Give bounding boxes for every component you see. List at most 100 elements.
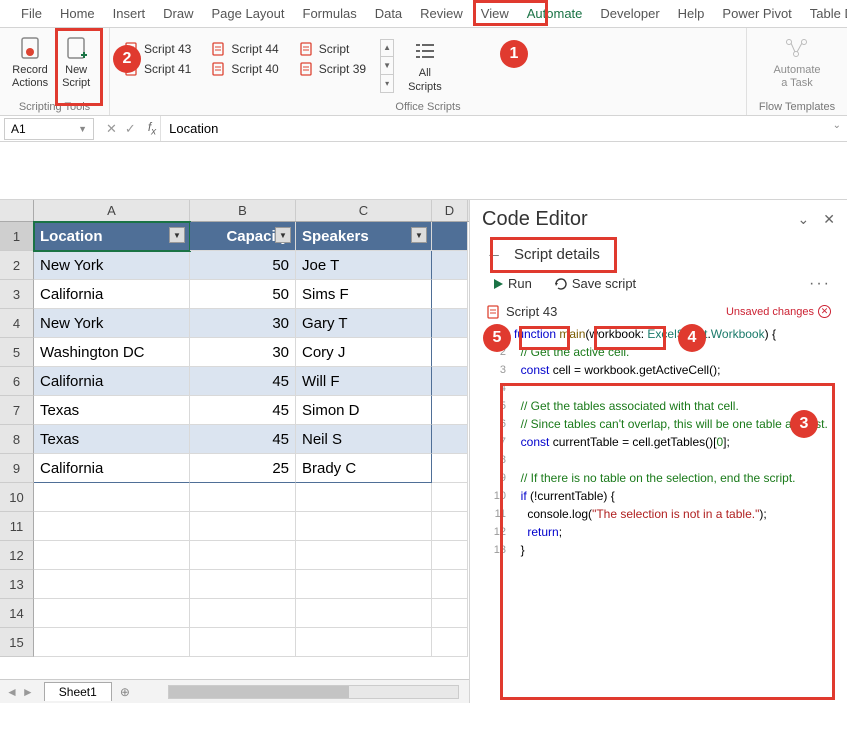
row-header[interactable]: 12 <box>0 541 34 570</box>
cell[interactable]: Location▼ <box>34 222 190 251</box>
cell[interactable] <box>296 570 432 599</box>
cell[interactable] <box>296 512 432 541</box>
ribbon-tab-review[interactable]: Review <box>411 2 472 25</box>
cell[interactable]: Will F <box>296 367 432 396</box>
cell[interactable] <box>296 599 432 628</box>
row-header[interactable]: 14 <box>0 599 34 628</box>
cell[interactable] <box>34 541 190 570</box>
cell[interactable] <box>34 483 190 512</box>
ribbon-tab-draw[interactable]: Draw <box>154 2 202 25</box>
row-header[interactable]: 9 <box>0 454 34 483</box>
code-line[interactable]: 8 <box>488 451 835 469</box>
cell[interactable] <box>432 599 468 628</box>
cell[interactable]: 45 <box>190 396 296 425</box>
cell[interactable]: Texas <box>34 396 190 425</box>
code-line[interactable]: 13 } <box>488 541 835 559</box>
code-area[interactable]: 1function main(workbook: ExcelScript.Wor… <box>486 325 835 695</box>
row-header[interactable]: 6 <box>0 367 34 396</box>
ribbon-tab-page-layout[interactable]: Page Layout <box>203 2 294 25</box>
code-line[interactable]: 6 // Since tables can't overlap, this wi… <box>488 415 835 433</box>
code-line[interactable]: 3 const cell = workbook.getActiveCell(); <box>488 361 835 379</box>
col-header-C[interactable]: C <box>296 200 432 221</box>
cell[interactable] <box>432 512 468 541</box>
code-line[interactable]: 4 <box>488 379 835 397</box>
row-header[interactable]: 15 <box>0 628 34 657</box>
cell[interactable] <box>432 541 468 570</box>
cell[interactable]: 50 <box>190 251 296 280</box>
cell[interactable] <box>432 425 468 454</box>
script-gallery-item[interactable]: Script 39 <box>295 60 370 78</box>
close-icon[interactable]: ✕ <box>823 211 835 228</box>
automate-task-button[interactable]: Automate a Task <box>767 32 826 92</box>
fx-icon[interactable]: fx <box>144 120 160 137</box>
sheet-nav-next-icon[interactable]: ► <box>22 685 34 699</box>
code-line[interactable]: 9 // If there is no table on the selecti… <box>488 469 835 487</box>
cell[interactable]: Gary T <box>296 309 432 338</box>
cell[interactable]: Washington DC <box>34 338 190 367</box>
gallery-down-button[interactable]: ▼ <box>381 57 393 75</box>
code-line[interactable]: 11 console.log("The selection is not in … <box>488 505 835 523</box>
cell[interactable]: Speakers▼ <box>296 222 432 251</box>
cell[interactable]: Sims F <box>296 280 432 309</box>
code-line[interactable]: 12 return; <box>488 523 835 541</box>
cell[interactable] <box>34 628 190 657</box>
cell[interactable] <box>432 251 468 280</box>
cell[interactable] <box>190 483 296 512</box>
cell[interactable]: Neil S <box>296 425 432 454</box>
accept-formula-icon[interactable]: ✓ <box>125 121 136 137</box>
cell[interactable] <box>296 483 432 512</box>
cell[interactable]: 30 <box>190 338 296 367</box>
cell[interactable]: California <box>34 454 190 483</box>
horizontal-scrollbar[interactable] <box>168 685 459 699</box>
cell[interactable] <box>190 628 296 657</box>
formula-input[interactable]: Location <box>160 116 847 141</box>
collapse-icon[interactable]: ⌄ <box>798 211 810 228</box>
sheet-nav-prev-icon[interactable]: ◄ <box>6 685 18 699</box>
ribbon-tab-home[interactable]: Home <box>51 2 104 25</box>
select-all-corner[interactable] <box>0 200 34 221</box>
cell[interactable] <box>432 222 468 251</box>
cell[interactable] <box>190 570 296 599</box>
row-header[interactable]: 11 <box>0 512 34 541</box>
filter-button[interactable]: ▼ <box>169 227 185 243</box>
cell[interactable]: Cory J <box>296 338 432 367</box>
code-line[interactable]: 1function main(workbook: ExcelScript.Wor… <box>488 325 835 343</box>
row-header[interactable]: 4 <box>0 309 34 338</box>
cell[interactable]: New York <box>34 251 190 280</box>
code-line[interactable]: 5 // Get the tables associated with that… <box>488 397 835 415</box>
cell[interactable]: Texas <box>34 425 190 454</box>
gallery-up-button[interactable]: ▲ <box>381 40 393 58</box>
ribbon-tab-view[interactable]: View <box>472 2 518 25</box>
row-header[interactable]: 7 <box>0 396 34 425</box>
cell[interactable] <box>432 396 468 425</box>
new-script-button[interactable]: New Script <box>56 32 96 92</box>
cell[interactable] <box>432 570 468 599</box>
ribbon-tab-automate[interactable]: Automate <box>518 2 592 25</box>
cell[interactable] <box>190 599 296 628</box>
ribbon-tab-insert[interactable]: Insert <box>104 2 155 25</box>
row-header[interactable]: 5 <box>0 338 34 367</box>
col-header-B[interactable]: B <box>190 200 296 221</box>
ribbon-tab-help[interactable]: Help <box>669 2 714 25</box>
back-arrow-icon[interactable]: ← <box>486 245 502 263</box>
script-gallery-item[interactable]: Script 44 <box>207 40 282 58</box>
all-scripts-button[interactable]: All Scripts <box>402 35 448 95</box>
cell[interactable] <box>296 628 432 657</box>
cell[interactable] <box>190 541 296 570</box>
run-button[interactable]: Run <box>486 273 538 294</box>
discard-changes-icon[interactable]: ✕ <box>818 305 831 318</box>
cell[interactable] <box>34 512 190 541</box>
sheet-tab[interactable]: Sheet1 <box>44 682 112 701</box>
script-gallery-item[interactable]: Script 40 <box>207 60 282 78</box>
row-header[interactable]: 2 <box>0 251 34 280</box>
cell[interactable]: 25 <box>190 454 296 483</box>
cell[interactable]: 45 <box>190 425 296 454</box>
add-sheet-button[interactable]: ⊕ <box>112 685 138 699</box>
record-actions-button[interactable]: Record Actions <box>6 32 54 92</box>
col-header-D[interactable]: D <box>432 200 468 221</box>
cell[interactable] <box>190 512 296 541</box>
ribbon-tab-formulas[interactable]: Formulas <box>294 2 366 25</box>
cell[interactable] <box>432 454 468 483</box>
ribbon-tab-power-pivot[interactable]: Power Pivot <box>713 2 800 25</box>
cell[interactable]: New York <box>34 309 190 338</box>
